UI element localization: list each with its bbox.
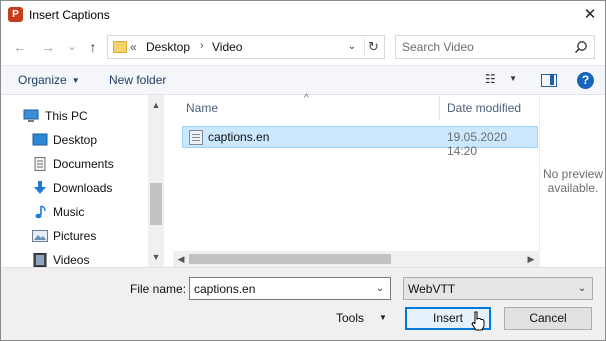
file-list-horizontal-scrollbar[interactable]: ◀ ▶ [173, 251, 539, 267]
no-preview-message: No preview available. [540, 167, 605, 195]
this-pc-icon [23, 109, 39, 122]
file-type-value: WebVTT [408, 282, 456, 296]
sidebar-item-label: This PC [45, 109, 88, 123]
breadcrumb-overflow[interactable]: « [130, 40, 137, 54]
sidebar-item-label: Desktop [53, 133, 98, 147]
preview-text-line: No preview [542, 167, 604, 181]
refresh-icon[interactable]: ↻ [364, 38, 382, 56]
address-bar[interactable]: « Desktop › Video ⌄ ↻ [107, 35, 385, 59]
bottom-panel: File name: ⌄ WebVTT ⌄ Tools ▼ Insert Can… [1, 267, 605, 340]
search-input[interactable] [402, 39, 572, 55]
file-name-input[interactable] [194, 281, 364, 297]
help-icon[interactable]: ? [577, 72, 594, 89]
preview-pane-icon[interactable] [541, 74, 557, 87]
downloads-icon [34, 181, 46, 194]
videos-icon [33, 253, 47, 267]
scroll-left-icon[interactable]: ◀ [173, 251, 189, 267]
new-folder-button[interactable]: New folder [109, 73, 166, 87]
breadcrumb-desktop[interactable]: Desktop [146, 40, 190, 54]
organize-label: Organize [18, 73, 67, 87]
sidebar-item-pictures[interactable]: Pictures [1, 225, 147, 247]
file-date-cell: 19.05.2020 14:20 [447, 130, 508, 158]
scroll-up-icon[interactable]: ▲ [148, 97, 164, 113]
tools-dropdown-icon[interactable]: ▼ [379, 313, 387, 322]
music-icon [35, 205, 46, 219]
window-title: Insert Captions [29, 8, 110, 22]
sidebar-item-downloads[interactable]: Downloads [1, 177, 147, 199]
sidebar-item-this-pc[interactable]: This PC [1, 105, 147, 127]
cancel-button[interactable]: Cancel [504, 307, 592, 330]
title-bar: P Insert Captions ✕ [1, 1, 605, 29]
file-name-label: File name: [130, 282, 187, 296]
text-file-icon [189, 130, 203, 145]
breadcrumb-separator[interactable]: › [200, 40, 204, 52]
sidebar-item-label: Videos [53, 253, 90, 267]
recent-locations-button[interactable]: ⌄ [63, 37, 81, 57]
view-list-icon: ☷ [485, 72, 496, 86]
command-toolbar: Organize ▼ New folder ☷ ▼ ? [1, 65, 605, 95]
navigation-pane-scrollbar[interactable]: ▲ ▼ [148, 95, 164, 267]
pictures-icon [32, 230, 48, 242]
scrollbar-thumb[interactable] [189, 254, 391, 264]
sidebar-item-documents[interactable]: Documents [1, 153, 147, 175]
organize-dropdown-icon: ▼ [71, 76, 80, 85]
sidebar-item-label: Music [53, 205, 85, 219]
chevron-down-icon: ⌄ [577, 283, 587, 294]
chevron-down-icon[interactable]: ⌄ [373, 282, 387, 296]
column-header-name[interactable]: Name [186, 101, 218, 115]
navigation-pane: This PC Desktop Documents Downloads Musi… [1, 95, 165, 267]
file-name-cell: captions.en [208, 130, 270, 144]
table-row[interactable]: captions.en 19.05.2020 14:20 [182, 126, 538, 158]
close-button[interactable]: ✕ [575, 1, 605, 29]
file-name-combobox: ⌄ [189, 277, 391, 300]
sidebar-item-music[interactable]: Music [1, 201, 147, 223]
preview-text-line: available. [547, 181, 599, 195]
forward-button[interactable]: → [39, 37, 57, 57]
insert-captions-dialog: P Insert Captions ✕ ← → ⌄ ↑ « Desktop › … [0, 0, 606, 341]
desktop-icon [32, 133, 48, 146]
sort-ascending-icon: ^ [304, 93, 309, 104]
scrollbar-thumb[interactable] [150, 183, 162, 225]
hand-pointer-cursor-icon [471, 311, 485, 331]
up-one-level-button[interactable]: ↑ [84, 37, 102, 57]
file-type-select[interactable]: WebVTT ⌄ [403, 277, 593, 300]
search-box [395, 35, 595, 59]
sidebar-item-label: Pictures [53, 229, 97, 243]
file-list: Name ^ Date modified captions.en 19.05.2… [173, 93, 539, 267]
folder-icon [113, 41, 127, 53]
back-button[interactable]: ← [11, 37, 29, 57]
search-icon[interactable] [574, 40, 588, 54]
view-dropdown-icon: ▼ [509, 74, 518, 83]
address-dropdown-icon[interactable]: ⌄ [344, 39, 360, 55]
breadcrumb-video[interactable]: Video [212, 40, 242, 54]
powerpoint-app-icon: P [8, 7, 23, 22]
sidebar-item-desktop[interactable]: Desktop [1, 129, 147, 151]
sidebar-item-label: Downloads [53, 181, 113, 195]
organize-button[interactable]: Organize ▼ [18, 73, 80, 87]
preview-pane: No preview available. [539, 95, 605, 267]
documents-icon [34, 157, 46, 171]
scroll-right-icon[interactable]: ▶ [523, 251, 539, 267]
column-header-date-modified[interactable]: Date modified [447, 101, 521, 115]
scroll-down-icon[interactable]: ▼ [148, 249, 164, 265]
change-view-button[interactable]: ☷ ▼ [485, 72, 525, 90]
sidebar-item-label: Documents [53, 157, 114, 171]
column-divider[interactable] [439, 97, 440, 121]
tools-button[interactable]: Tools [336, 311, 364, 325]
